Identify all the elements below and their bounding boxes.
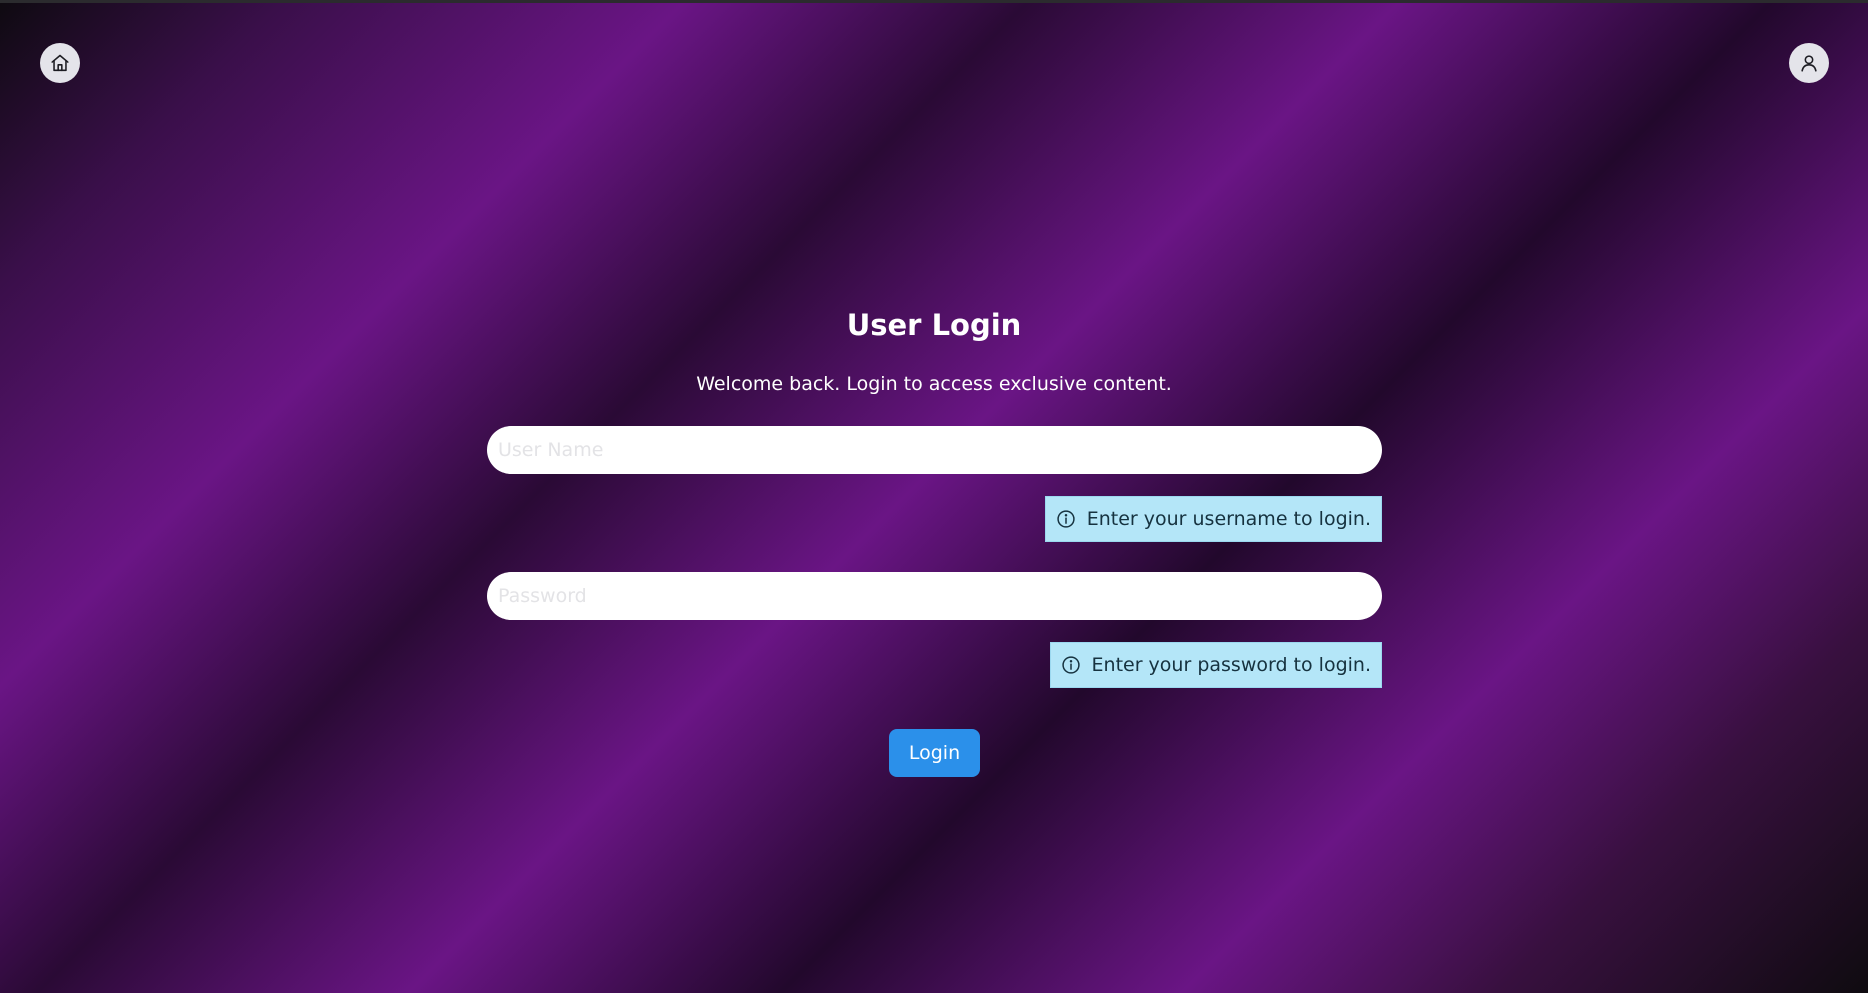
username-input[interactable] — [487, 426, 1382, 474]
top-border — [0, 0, 1868, 3]
info-icon — [1061, 655, 1092, 675]
username-hint: Enter your username to login. — [1044, 496, 1382, 542]
home-icon — [49, 52, 71, 74]
password-input[interactable] — [487, 572, 1382, 620]
info-icon — [1056, 509, 1087, 529]
user-account-button[interactable] — [1789, 43, 1829, 83]
home-button[interactable] — [40, 43, 80, 83]
username-hint-text: Enter your username to login. — [1086, 508, 1371, 530]
page-title: User Login — [846, 308, 1022, 342]
login-button[interactable]: Login — [889, 729, 980, 777]
user-icon — [1798, 52, 1820, 74]
password-hint: Enter your password to login. — [1049, 642, 1382, 688]
password-hint-text: Enter your password to login. — [1091, 654, 1371, 676]
page-subtitle: Welcome back. Login to access exclusive … — [696, 373, 1172, 395]
